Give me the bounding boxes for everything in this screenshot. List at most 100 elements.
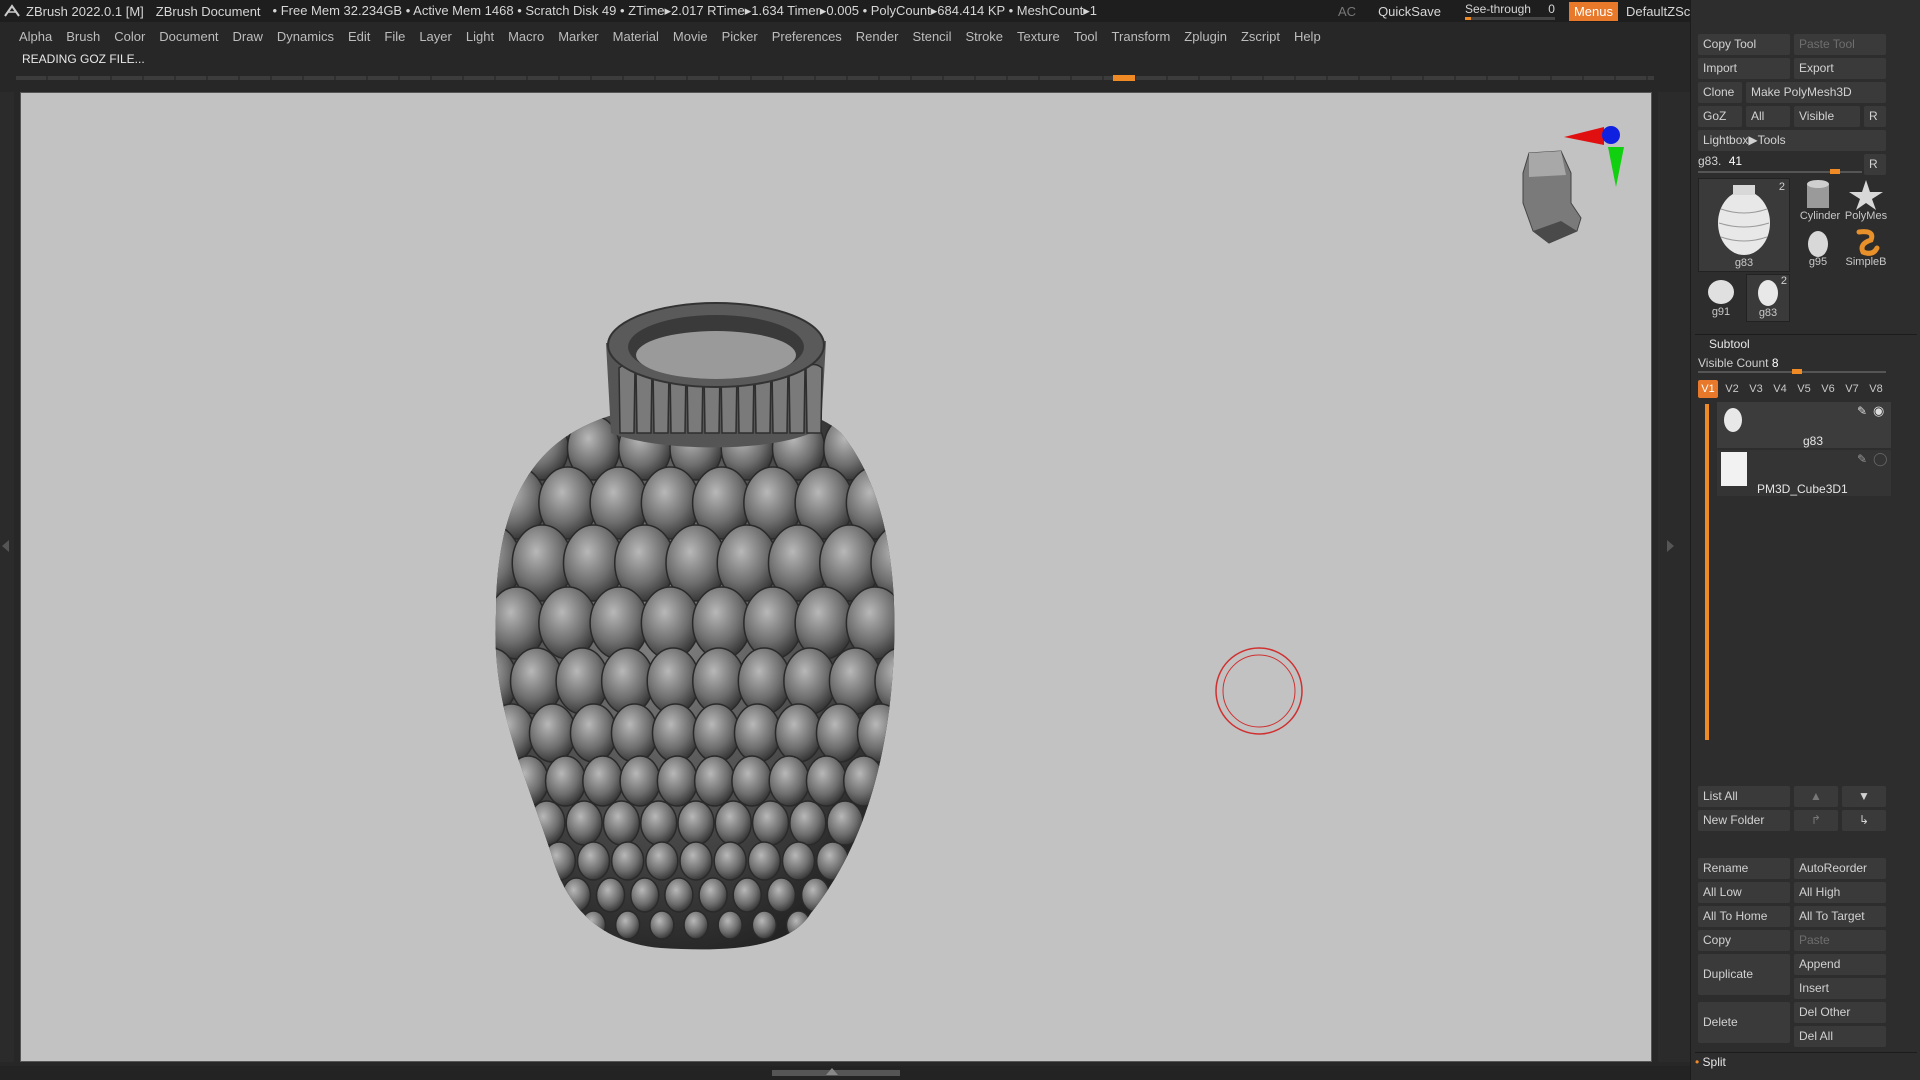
menu-item-stencil[interactable]: Stencil (905, 29, 958, 44)
menu-item-zplugin[interactable]: Zplugin (1177, 29, 1234, 44)
tool-thumb-g95[interactable]: g95 (1795, 226, 1841, 272)
menu-item-edit[interactable]: Edit (341, 29, 377, 44)
move-up-icon[interactable]: ▲ (1794, 786, 1838, 807)
version-tab-v3[interactable]: V3 (1746, 380, 1766, 398)
paintbrush-icon[interactable]: ✎ (1857, 404, 1867, 418)
copy-button[interactable]: Copy (1698, 930, 1790, 951)
navigation-gizmo[interactable] (1522, 126, 1624, 244)
menu-item-file[interactable]: File (377, 29, 412, 44)
version-tab-v8[interactable]: V8 (1866, 380, 1886, 398)
folder-up-icon[interactable]: ↱ (1794, 810, 1838, 831)
vase-scale (768, 755, 810, 807)
tool-thumb-g83-large[interactable]: 2 g83 (1698, 178, 1790, 272)
rename-button[interactable]: Rename (1698, 858, 1790, 879)
quicksave-button[interactable]: QuickSave (1364, 4, 1455, 19)
export-button[interactable]: Export (1794, 58, 1886, 79)
menu-item-help[interactable]: Help (1287, 29, 1328, 44)
delete-button[interactable]: Delete (1698, 1002, 1790, 1043)
tool-r-button[interactable]: R (1864, 154, 1886, 175)
version-tab-v4[interactable]: V4 (1770, 380, 1790, 398)
eye-icon[interactable]: ◉ (1873, 403, 1884, 419)
version-tab-v2[interactable]: V2 (1722, 380, 1742, 398)
menu-item-render[interactable]: Render (849, 29, 906, 44)
all-low-button[interactable]: All Low (1698, 882, 1790, 903)
expand-left-tray-icon[interactable] (2, 540, 9, 552)
menus-button[interactable]: Menus (1568, 1, 1618, 21)
new-folder-button[interactable]: New Folder (1698, 810, 1790, 831)
menu-item-texture[interactable]: Texture (1010, 29, 1067, 44)
current-tool-slider[interactable]: g83. 41 (1698, 154, 1862, 174)
tool-thumb-polymesh[interactable]: PolyMes (1843, 178, 1889, 224)
visible-count-slider[interactable]: Visible Count 8 (1698, 356, 1886, 374)
menu-item-tool[interactable]: Tool (1067, 29, 1105, 44)
y-axis-arrow[interactable] (1608, 147, 1624, 187)
tool-thumb-simpleb[interactable]: SimpleB (1843, 226, 1889, 272)
menu-item-transform[interactable]: Transform (1105, 29, 1178, 44)
menu-item-draw[interactable]: Draw (226, 29, 270, 44)
bottom-tray-rail[interactable] (0, 1066, 1690, 1080)
move-down-icon[interactable]: ▼ (1842, 786, 1886, 807)
del-all-button[interactable]: Del All (1794, 1026, 1886, 1047)
see-through-slider[interactable]: See-through 0 (1464, 2, 1555, 20)
duplicate-button[interactable]: Duplicate (1698, 954, 1790, 995)
menu-item-zscript[interactable]: Zscript (1234, 29, 1287, 44)
menu-item-stroke[interactable]: Stroke (958, 29, 1010, 44)
version-tab-v1[interactable]: V1 (1698, 380, 1718, 398)
goz-visible-button[interactable]: Visible (1794, 106, 1860, 127)
all-to-home-button[interactable]: All To Home (1698, 906, 1790, 927)
version-tab-v6[interactable]: V6 (1818, 380, 1838, 398)
copy-tool-button[interactable]: Copy Tool (1698, 34, 1790, 55)
expand-bottom-tray-icon[interactable] (826, 1068, 838, 1075)
collapse-right-tray-icon[interactable] (1667, 540, 1674, 552)
list-all-button[interactable]: List All (1698, 786, 1790, 807)
menu-item-movie[interactable]: Movie (666, 29, 715, 44)
tool-thumb-g91[interactable]: g91 (1698, 274, 1744, 322)
paintbrush-icon[interactable]: ✎ (1857, 452, 1867, 466)
clone-button[interactable]: Clone (1698, 82, 1742, 103)
menu-item-material[interactable]: Material (606, 29, 666, 44)
right-tray-rail[interactable] (1658, 92, 1690, 1062)
append-button[interactable]: Append (1794, 954, 1886, 975)
import-button[interactable]: Import (1698, 58, 1790, 79)
version-tab-v7[interactable]: V7 (1842, 380, 1862, 398)
tool-thumb-cylinder[interactable]: Cylinder (1795, 178, 1841, 224)
menu-item-color[interactable]: Color (107, 29, 152, 44)
subtool-item-g83[interactable]: g83 ✎ ◉ (1717, 402, 1891, 448)
menu-item-layer[interactable]: Layer (412, 29, 459, 44)
left-tray-rail[interactable] (0, 92, 14, 1062)
eye-icon[interactable]: ◯ (1873, 451, 1888, 467)
folder-down-icon[interactable]: ↳ (1842, 810, 1886, 831)
subtool-title[interactable]: Subtool (1709, 337, 1750, 351)
menu-item-brush[interactable]: Brush (59, 29, 107, 44)
vase-model[interactable] (461, 302, 956, 950)
subtool-scrollbar[interactable] (1705, 404, 1709, 740)
menu-item-macro[interactable]: Macro (501, 29, 551, 44)
canvas-viewport[interactable] (20, 92, 1652, 1062)
subtool-item-pm3d-cube[interactable]: PM3D_Cube3D1 ✎ ◯ (1717, 450, 1891, 496)
goz-all-button[interactable]: All (1746, 106, 1790, 127)
menu-item-document[interactable]: Document (152, 29, 225, 44)
auto-reorder-button[interactable]: AutoReorder (1794, 858, 1886, 879)
insert-button[interactable]: Insert (1794, 978, 1886, 999)
lightbox-tools-button[interactable]: Lightbox▶Tools (1698, 130, 1886, 151)
tool-thumb-g83-small[interactable]: 2 g83 (1746, 274, 1790, 322)
x-axis-arrow[interactable] (1564, 127, 1604, 145)
menu-item-marker[interactable]: Marker (551, 29, 605, 44)
all-high-button[interactable]: All High (1794, 882, 1886, 903)
vase-scale (677, 800, 715, 846)
goz-button[interactable]: GoZ (1698, 106, 1742, 127)
z-axis-ball[interactable] (1602, 126, 1620, 144)
version-tab-v5[interactable]: V5 (1794, 380, 1814, 398)
del-other-button[interactable]: Del Other (1794, 1002, 1886, 1023)
menu-item-preferences[interactable]: Preferences (765, 29, 849, 44)
split-section[interactable]: • Split (1695, 1055, 1726, 1069)
menu-item-alpha[interactable]: Alpha (12, 29, 59, 44)
all-to-target-button[interactable]: All To Target (1794, 906, 1886, 927)
paste-button[interactable]: Paste (1794, 930, 1886, 951)
menu-item-dynamics[interactable]: Dynamics (270, 29, 341, 44)
paste-tool-button[interactable]: Paste Tool (1794, 34, 1886, 55)
menu-item-light[interactable]: Light (459, 29, 501, 44)
menu-item-picker[interactable]: Picker (715, 29, 765, 44)
make-polymesh-button[interactable]: Make PolyMesh3D (1746, 82, 1886, 103)
goz-r-button[interactable]: R (1864, 106, 1886, 127)
